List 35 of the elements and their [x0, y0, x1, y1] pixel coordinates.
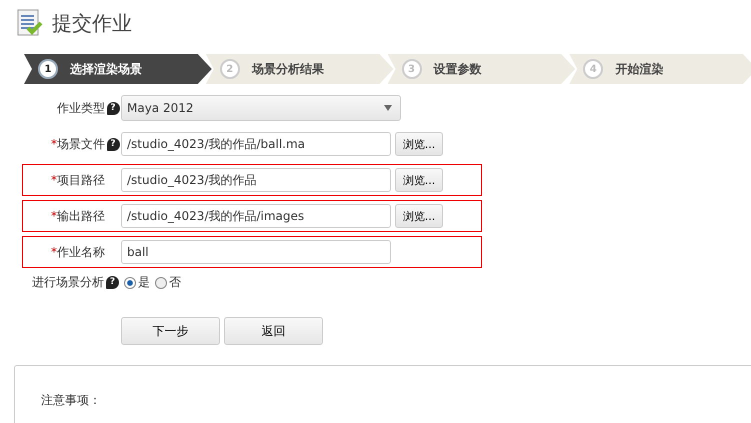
- radio-label: 否: [169, 274, 181, 291]
- notice-title: 注意事项：: [41, 393, 101, 407]
- document-check-icon: [16, 9, 44, 37]
- step-label: 设置参数: [434, 60, 482, 78]
- radio-button[interactable]: [124, 276, 136, 288]
- browse-button[interactable]: 浏览...: [395, 132, 443, 156]
- browse-button[interactable]: 浏览...: [395, 204, 443, 228]
- field-label: 作业类型: [56, 100, 105, 116]
- step-label: 场景分析结果: [252, 60, 324, 78]
- step-label: 选择渲染场景: [70, 60, 142, 78]
- input-field[interactable]: ball: [121, 240, 391, 264]
- field-label: *作业名称: [50, 244, 105, 260]
- help-icon[interactable]: ?: [106, 276, 119, 289]
- field-label: 进行场景分析: [32, 274, 104, 291]
- radio-label: 是: [138, 274, 150, 291]
- help-icon[interactable]: ?: [106, 102, 120, 114]
- job-type-select[interactable]: Maya 2012: [121, 95, 401, 121]
- step-number: 4: [583, 59, 604, 79]
- input-field[interactable]: /studio_4023/我的作品: [121, 168, 391, 192]
- step-number: 1: [38, 59, 58, 79]
- input-field[interactable]: /studio_4023/我的作品/ball.ma: [121, 132, 391, 156]
- radio-button[interactable]: [155, 276, 167, 288]
- form-button[interactable]: 下一步: [121, 317, 220, 345]
- input-field[interactable]: /studio_4023/我的作品/images: [121, 204, 391, 228]
- browse-button[interactable]: 浏览...: [395, 168, 443, 192]
- step-number: 2: [220, 59, 240, 79]
- field-label: *场景文件: [50, 136, 105, 152]
- form-button[interactable]: 返回: [224, 317, 323, 345]
- help-icon[interactable]: ?: [106, 138, 120, 150]
- dropdown-caret-icon: [384, 105, 392, 111]
- step-number: 3: [402, 59, 422, 79]
- page-title: 提交作业: [52, 10, 132, 36]
- field-label: *项目路径: [50, 172, 105, 188]
- field-label: *输出路径: [50, 208, 105, 224]
- step-label: 开始渲染: [615, 60, 664, 78]
